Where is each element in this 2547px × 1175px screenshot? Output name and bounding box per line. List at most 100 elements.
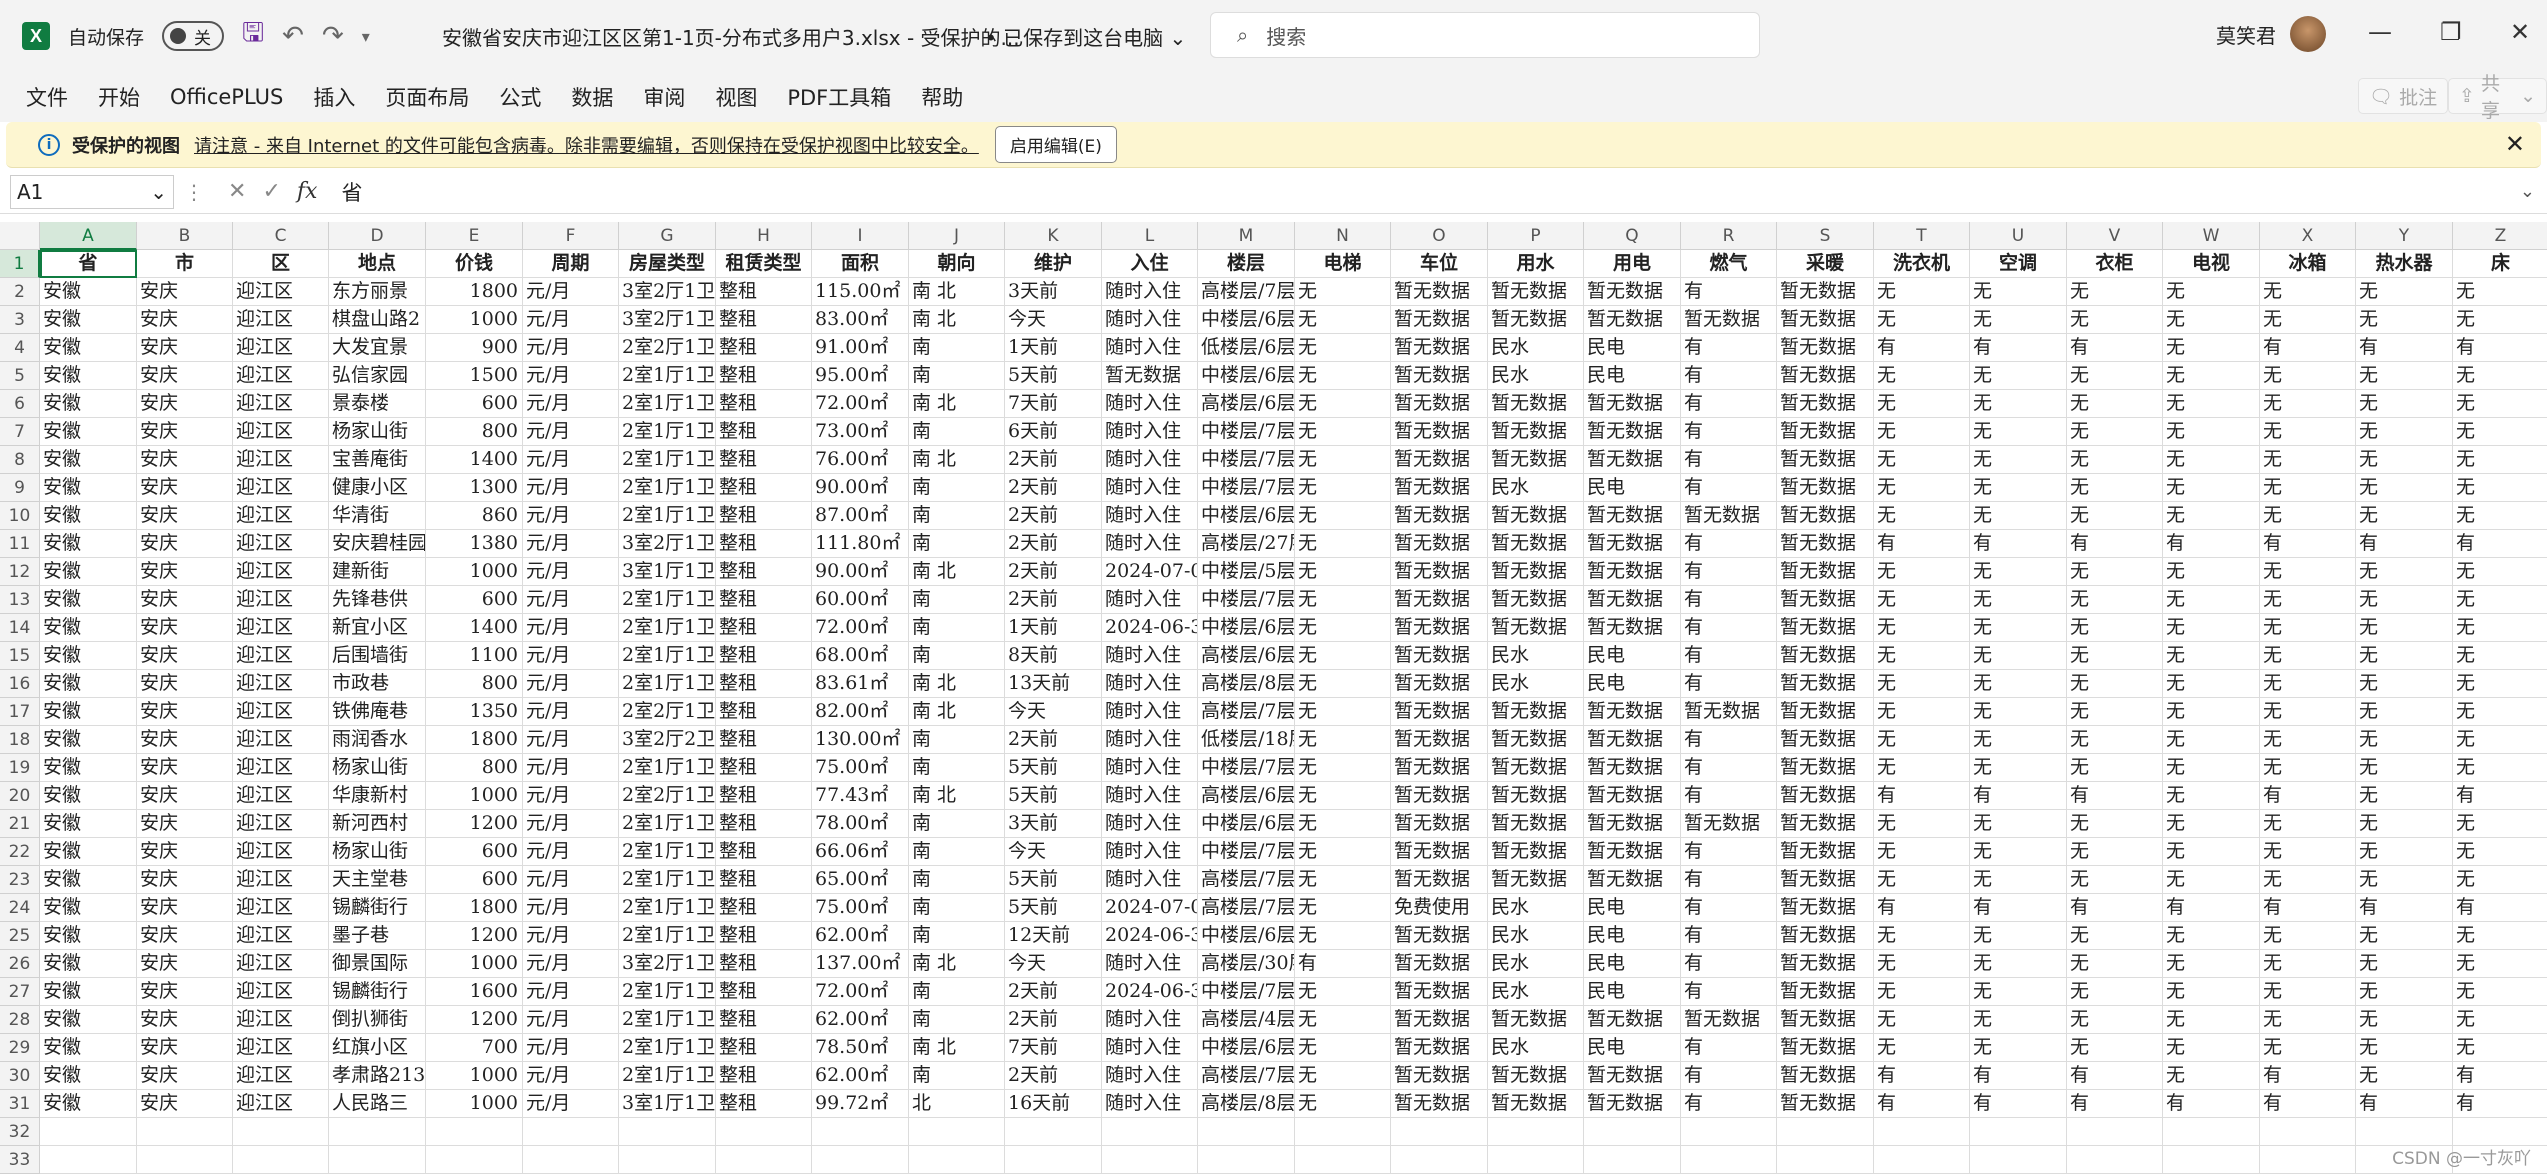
select-all-corner[interactable] bbox=[0, 222, 40, 250]
data-cell[interactable]: 5天前 bbox=[1005, 782, 1102, 810]
column-header-f[interactable]: F bbox=[523, 222, 619, 250]
data-cell[interactable]: 无 bbox=[2163, 698, 2260, 726]
data-cell[interactable]: 暂无数据 bbox=[1777, 698, 1874, 726]
data-cell[interactable]: 迎江区 bbox=[233, 1090, 329, 1118]
data-cell[interactable]: 整租 bbox=[716, 474, 812, 502]
name-box[interactable]: A1 ⌄ bbox=[10, 174, 174, 209]
data-cell[interactable]: 暂无数据 bbox=[1391, 1034, 1488, 1062]
data-cell[interactable]: 暂无数据 bbox=[1584, 810, 1681, 838]
data-cell[interactable]: 安徽 bbox=[40, 670, 137, 698]
data-cell[interactable]: 今天 bbox=[1005, 306, 1102, 334]
data-cell[interactable]: 无 bbox=[2067, 1034, 2163, 1062]
data-cell[interactable]: 无 bbox=[2260, 418, 2356, 446]
data-cell[interactable]: 无 bbox=[1874, 922, 1970, 950]
data-cell[interactable]: 无 bbox=[2453, 586, 2547, 614]
data-cell[interactable] bbox=[909, 1146, 1005, 1174]
data-cell[interactable]: 景泰楼 bbox=[329, 390, 426, 418]
data-cell[interactable]: 无 bbox=[2453, 670, 2547, 698]
data-cell[interactable]: 民水 bbox=[1488, 334, 1584, 362]
data-cell[interactable]: 2天前 bbox=[1005, 1062, 1102, 1090]
data-cell[interactable]: 2室1厅1卫 bbox=[619, 614, 716, 642]
data-cell[interactable]: 2室1厅1卫 bbox=[619, 446, 716, 474]
data-cell[interactable]: 高楼层/7层 bbox=[1198, 866, 1295, 894]
data-cell[interactable]: 民水 bbox=[1488, 894, 1584, 922]
data-cell[interactable]: 安庆 bbox=[137, 1090, 233, 1118]
data-cell[interactable]: 无 bbox=[2356, 362, 2453, 390]
data-cell[interactable]: 无 bbox=[1874, 418, 1970, 446]
data-cell[interactable]: 2室1厅1卫 bbox=[619, 866, 716, 894]
data-cell[interactable]: 无 bbox=[2067, 586, 2163, 614]
data-cell[interactable]: 民电 bbox=[1584, 1034, 1681, 1062]
data-cell[interactable]: 2室1厅1卫 bbox=[619, 502, 716, 530]
data-cell[interactable]: 137.00㎡ bbox=[812, 950, 909, 978]
data-cell[interactable]: 无 bbox=[1295, 362, 1391, 390]
data-cell[interactable]: 整租 bbox=[716, 670, 812, 698]
data-cell[interactable]: 安庆 bbox=[137, 558, 233, 586]
data-cell[interactable]: 安庆 bbox=[137, 446, 233, 474]
data-cell[interactable]: 安徽 bbox=[40, 726, 137, 754]
column-title-cell[interactable]: 电梯 bbox=[1295, 250, 1391, 278]
data-cell[interactable]: 无 bbox=[2453, 698, 2547, 726]
data-cell[interactable]: 2室1厅1卫 bbox=[619, 894, 716, 922]
data-cell[interactable]: 无 bbox=[2356, 978, 2453, 1006]
row-header[interactable]: 1 bbox=[0, 250, 40, 278]
data-cell[interactable]: 棋盘山路2 bbox=[329, 306, 426, 334]
data-cell[interactable]: 暂无数据 bbox=[1102, 362, 1198, 390]
data-cell[interactable]: 无 bbox=[1295, 1006, 1391, 1034]
column-header-h[interactable]: H bbox=[716, 222, 812, 250]
data-cell[interactable]: 13天前 bbox=[1005, 670, 1102, 698]
data-cell[interactable]: 无 bbox=[2067, 614, 2163, 642]
data-cell[interactable]: 无 bbox=[1295, 334, 1391, 362]
data-cell[interactable]: 随时入住 bbox=[1102, 810, 1198, 838]
data-cell[interactable]: 62.00㎡ bbox=[812, 1062, 909, 1090]
data-cell[interactable]: 无 bbox=[1874, 838, 1970, 866]
row-header[interactable]: 6 bbox=[0, 390, 40, 418]
data-cell[interactable]: 无 bbox=[1970, 866, 2067, 894]
row-header[interactable]: 4 bbox=[0, 334, 40, 362]
data-cell[interactable]: 无 bbox=[2260, 642, 2356, 670]
data-cell[interactable]: 无 bbox=[1970, 418, 2067, 446]
data-cell[interactable]: 2室2厅1卫 bbox=[619, 698, 716, 726]
data-cell[interactable]: 无 bbox=[1970, 950, 2067, 978]
data-cell[interactable]: 无 bbox=[2260, 978, 2356, 1006]
data-cell[interactable]: 无 bbox=[2067, 670, 2163, 698]
data-cell[interactable]: 南 bbox=[909, 978, 1005, 1006]
data-cell[interactable]: 有 bbox=[1970, 894, 2067, 922]
data-cell[interactable]: 元/月 bbox=[523, 1006, 619, 1034]
data-cell[interactable]: 暂无数据 bbox=[1681, 810, 1777, 838]
data-cell[interactable]: 无 bbox=[1295, 922, 1391, 950]
data-cell[interactable]: 安徽 bbox=[40, 1006, 137, 1034]
data-cell[interactable]: 整租 bbox=[716, 1062, 812, 1090]
data-cell[interactable]: 整租 bbox=[716, 1034, 812, 1062]
data-cell[interactable]: 无 bbox=[2453, 866, 2547, 894]
data-cell[interactable]: 2天前 bbox=[1005, 530, 1102, 558]
data-cell[interactable]: 无 bbox=[1970, 922, 2067, 950]
column-header-a[interactable]: A bbox=[40, 222, 137, 250]
column-header-r[interactable]: R bbox=[1681, 222, 1777, 250]
data-cell[interactable]: 整租 bbox=[716, 642, 812, 670]
data-cell[interactable]: 800 bbox=[426, 670, 523, 698]
data-cell[interactable]: 民水 bbox=[1488, 362, 1584, 390]
data-cell[interactable]: 600 bbox=[426, 866, 523, 894]
data-cell[interactable]: 无 bbox=[1874, 754, 1970, 782]
data-cell[interactable]: 无 bbox=[2356, 474, 2453, 502]
data-cell[interactable]: 迎江区 bbox=[233, 866, 329, 894]
data-cell[interactable]: 安徽 bbox=[40, 1090, 137, 1118]
data-cell[interactable]: 无 bbox=[2260, 390, 2356, 418]
data-cell[interactable]: 无 bbox=[2163, 810, 2260, 838]
data-cell[interactable]: 无 bbox=[1295, 894, 1391, 922]
data-cell[interactable]: 安庆 bbox=[137, 810, 233, 838]
data-cell[interactable]: 无 bbox=[1970, 978, 2067, 1006]
data-cell[interactable]: 暂无数据 bbox=[1488, 502, 1584, 530]
data-cell[interactable]: 元/月 bbox=[523, 670, 619, 698]
data-cell[interactable] bbox=[40, 1118, 137, 1146]
data-cell[interactable]: 安庆 bbox=[137, 838, 233, 866]
data-cell[interactable]: 有 bbox=[2356, 1090, 2453, 1118]
data-cell[interactable]: 2天前 bbox=[1005, 446, 1102, 474]
enable-editing-button[interactable]: 启用编辑(E) bbox=[994, 126, 1117, 163]
data-cell[interactable]: 华清街 bbox=[329, 502, 426, 530]
data-cell[interactable]: 无 bbox=[2067, 922, 2163, 950]
data-cell[interactable] bbox=[1102, 1146, 1198, 1174]
data-cell[interactable] bbox=[1198, 1146, 1295, 1174]
data-cell[interactable]: 民电 bbox=[1584, 670, 1681, 698]
